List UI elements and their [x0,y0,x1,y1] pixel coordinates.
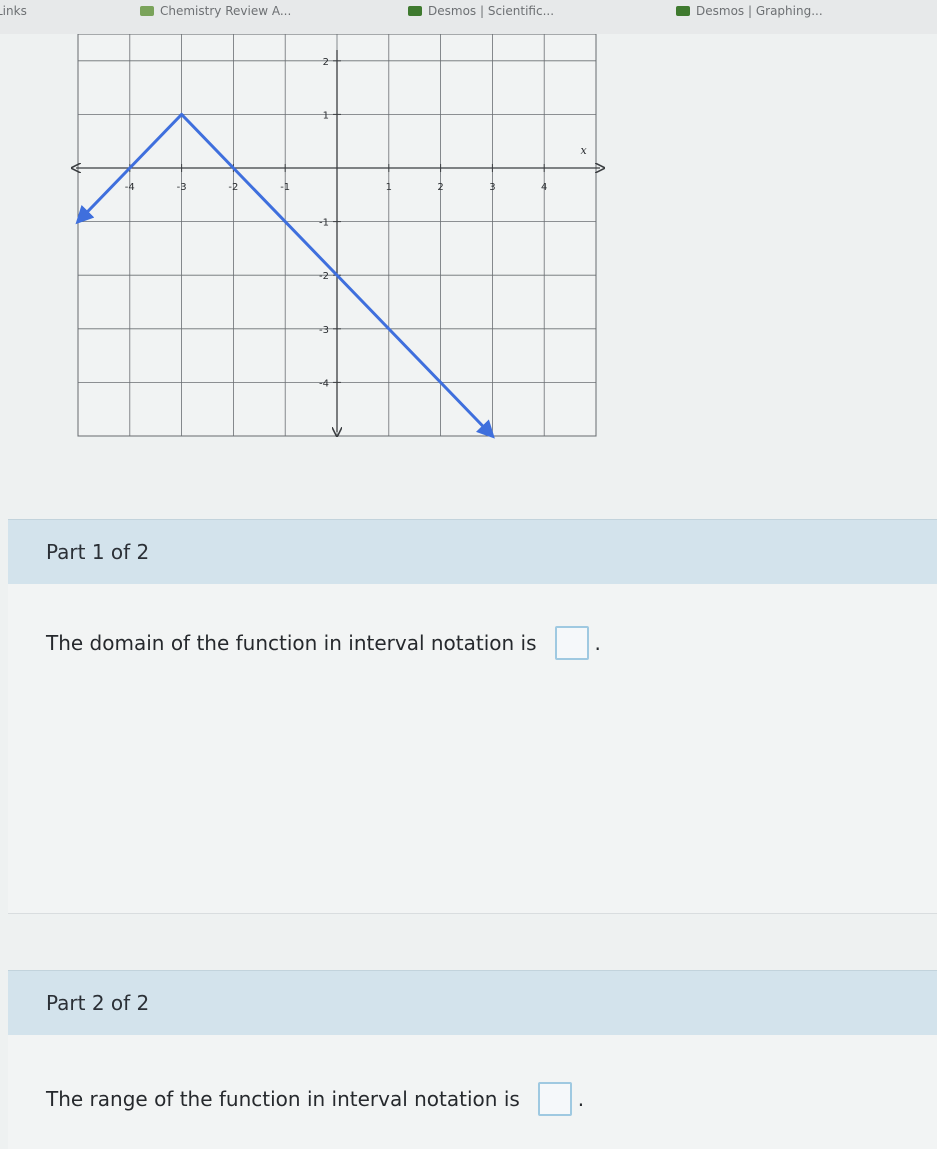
bookmark-label: Desmos | Graphing... [696,4,823,18]
y-tick-label: -2 [319,271,329,282]
y-tick-label: -3 [319,325,329,336]
bookmark-chemistry-review[interactable]: Chemistry Review A... [140,4,380,18]
range-question-text: The range of the function in interval no… [46,1087,520,1111]
part-1-header: Part 1 of 2 [8,519,937,584]
bookmark-desmos-scientific[interactable]: Desmos | Scientific... [408,4,608,18]
y-tick-label: -4 [319,378,329,389]
bookmark-label: Chemistry Review A... [160,4,292,18]
desmos-icon [408,6,422,16]
desmos-icon [676,6,690,16]
part-2-question: The range of the function in interval no… [46,1082,584,1116]
graph-container: x -4 -3 -2 -1 1 2 3 4 2 1 -1 -2 -3 -4 [0,34,937,504]
x-tick-label: -1 [280,182,290,193]
bookmarks-bar: Links Chemistry Review A... Desmos | Sci… [0,0,937,35]
y-tick-label: 2 [323,57,329,68]
bookmark-links[interactable]: Links [0,4,66,18]
range-answer-input[interactable] [537,1082,572,1116]
part-1-title: Part 1 of 2 [46,540,150,564]
domain-question-text: The domain of the function in interval n… [46,631,537,655]
period: . [594,631,601,655]
x-tick-label: -2 [228,182,238,193]
domain-answer-input[interactable] [554,626,589,660]
part-1-question: The domain of the function in interval n… [46,626,601,660]
bookmark-label: Desmos | Scientific... [428,4,555,18]
y-tick-label: 1 [323,110,329,121]
bookmark-desmos-graphing[interactable]: Desmos | Graphing... [676,4,906,18]
bookmark-icon [140,6,154,16]
x-tick-label: 3 [489,182,495,193]
function-graph: x -4 -3 -2 -1 1 2 3 4 2 1 -1 -2 -3 -4 [0,34,937,439]
x-tick-label: -4 [125,182,135,193]
x-tick-label: -3 [177,182,187,193]
period: . [577,1087,585,1111]
part-2-title: Part 2 of 2 [46,991,150,1015]
part-2-header: Part 2 of 2 [8,970,937,1035]
x-axis-name: x [580,144,587,157]
x-tick-label: 2 [437,182,443,193]
y-tick-label: -1 [319,218,329,229]
x-tick-label: 4 [541,182,547,193]
x-tick-label: 1 [386,182,392,193]
divider [8,913,937,914]
bookmark-label: Links [0,4,27,18]
